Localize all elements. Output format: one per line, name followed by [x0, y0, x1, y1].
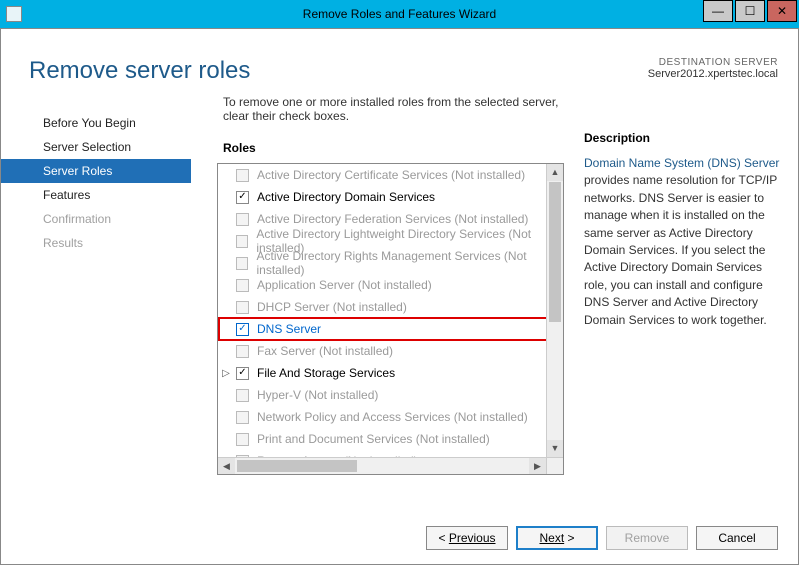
nav-server-selection[interactable]: Server Selection: [1, 135, 191, 159]
scroll-right-icon[interactable]: ▶: [529, 458, 546, 474]
role-checkbox: [236, 279, 249, 292]
minimize-button[interactable]: —: [703, 0, 733, 22]
role-label: Hyper-V (Not installed): [257, 388, 378, 402]
window-controls: — ☐ ✕: [703, 0, 799, 28]
role-label: Print and Document Services (Not install…: [257, 432, 490, 446]
role-checkbox: [236, 345, 249, 358]
header: Remove server roles DESTINATION SERVER S…: [1, 29, 798, 93]
expand-icon[interactable]: ▷: [220, 368, 232, 379]
role-row: Active Directory Rights Management Servi…: [218, 252, 563, 274]
close-icon: ✕: [777, 4, 787, 18]
maximize-icon: ☐: [745, 4, 756, 18]
destination-label: DESTINATION SERVER: [648, 57, 778, 68]
description-body: provides name resolution for TCP/IP netw…: [584, 173, 777, 326]
destination-block: DESTINATION SERVER Server2012.xpertstec.…: [648, 57, 778, 80]
role-checkbox[interactable]: ✓: [236, 367, 249, 380]
role-checkbox: [236, 257, 248, 270]
destination-server: Server2012.xpertstec.local: [648, 68, 778, 80]
page-title: Remove server roles: [29, 57, 250, 85]
role-checkbox: [236, 213, 249, 226]
scroll-corner: [546, 458, 563, 474]
role-row: Active Directory Certificate Services (N…: [218, 164, 563, 186]
scroll-up-icon[interactable]: ▲: [547, 164, 563, 181]
role-row: Network Policy and Access Services (Not …: [218, 406, 563, 428]
description-heading: Description: [584, 131, 784, 145]
role-row[interactable]: ✓ DNS Server: [218, 317, 553, 341]
button-row: < Previous Next > Remove Cancel: [1, 512, 798, 564]
roles-heading: Roles: [217, 141, 564, 155]
titlebar: Remove Roles and Features Wizard — ☐ ✕: [0, 0, 799, 28]
role-label: Active Directory Federation Services (No…: [257, 212, 528, 226]
role-label: Active Directory Rights Management Servi…: [256, 249, 563, 277]
maximize-button[interactable]: ☐: [735, 0, 765, 22]
roles-listbox: Active Directory Certificate Services (N…: [217, 163, 564, 475]
role-label: DNS Server: [257, 322, 321, 336]
role-checkbox[interactable]: ✓: [236, 191, 249, 204]
role-label: Active Directory Domain Services: [257, 190, 435, 204]
nav-features[interactable]: Features: [1, 183, 191, 207]
cancel-button[interactable]: Cancel: [696, 526, 778, 550]
role-row: DHCP Server (Not installed): [218, 296, 563, 318]
horizontal-scrollbar[interactable]: ◀ ▶: [218, 457, 563, 474]
role-label: Network Policy and Access Services (Not …: [257, 410, 528, 424]
next-button[interactable]: Next >: [516, 526, 598, 550]
role-row: Remote Access (Not installed): [218, 450, 563, 457]
minimize-icon: —: [712, 4, 724, 18]
role-checkbox: [236, 169, 249, 182]
role-label: DHCP Server (Not installed): [257, 300, 407, 314]
description-panel: Description Domain Name System (DNS) Ser…: [578, 93, 788, 512]
h-scroll-track[interactable]: [235, 458, 529, 474]
role-row: Print and Document Services (Not install…: [218, 428, 563, 450]
role-label: Active Directory Certificate Services (N…: [257, 168, 525, 182]
role-label: Fax Server (Not installed): [257, 344, 393, 358]
vertical-scrollbar[interactable]: ▲ ▼: [546, 164, 563, 457]
wizard-nav: Before You Begin Server Selection Server…: [1, 93, 191, 512]
role-label: File And Storage Services: [257, 366, 395, 380]
window-title: Remove Roles and Features Wizard: [303, 7, 496, 21]
role-checkbox: [236, 301, 249, 314]
app-icon: [6, 6, 22, 22]
nav-confirmation: Confirmation: [1, 207, 191, 231]
role-label: Application Server (Not installed): [257, 278, 432, 292]
role-checkbox: [236, 235, 248, 248]
h-scroll-thumb[interactable]: [237, 460, 357, 472]
nav-server-roles[interactable]: Server Roles: [1, 159, 191, 183]
previous-button[interactable]: < Previous: [426, 526, 508, 550]
nav-results: Results: [1, 231, 191, 255]
role-checkbox[interactable]: ✓: [236, 323, 249, 336]
main-panel: To remove one or more installed roles fr…: [191, 93, 578, 512]
scroll-thumb[interactable]: [549, 182, 561, 322]
scroll-down-icon[interactable]: ▼: [547, 440, 563, 457]
role-checkbox: [236, 411, 249, 424]
nav-before-you-begin[interactable]: Before You Begin: [1, 111, 191, 135]
content: Before You Begin Server Selection Server…: [1, 93, 798, 512]
remove-button: Remove: [606, 526, 688, 550]
description-title: Domain Name System (DNS) Server: [584, 156, 779, 170]
role-checkbox: [236, 433, 249, 446]
close-button[interactable]: ✕: [767, 0, 797, 22]
role-row: Hyper-V (Not installed): [218, 384, 563, 406]
role-checkbox: [236, 389, 249, 402]
window-body: Remove server roles DESTINATION SERVER S…: [0, 28, 799, 565]
role-row[interactable]: ✓ Active Directory Domain Services: [218, 186, 563, 208]
instruction-text: To remove one or more installed roles fr…: [217, 95, 564, 123]
role-row: Fax Server (Not installed): [218, 340, 563, 362]
roles-list[interactable]: Active Directory Certificate Services (N…: [218, 164, 563, 457]
scroll-left-icon[interactable]: ◀: [218, 458, 235, 474]
role-row: Application Server (Not installed): [218, 274, 563, 296]
description-text: Domain Name System (DNS) Server provides…: [584, 155, 784, 329]
role-row[interactable]: ▷ ✓ File And Storage Services: [218, 362, 563, 384]
